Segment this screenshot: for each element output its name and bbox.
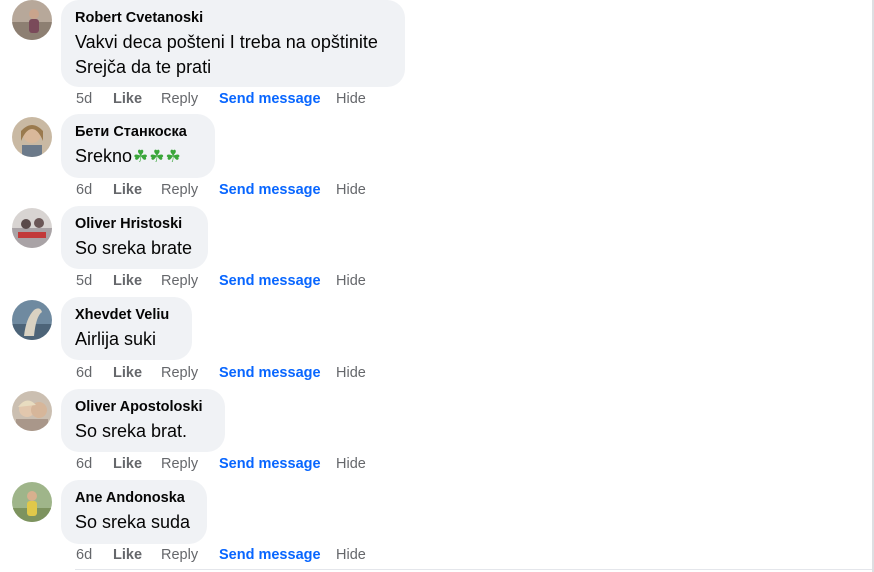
comment-author[interactable]: Robert Cvetanoski xyxy=(75,9,390,27)
send-message-button[interactable]: Send message xyxy=(219,272,321,290)
comment-author[interactable]: Oliver Apostoloski xyxy=(75,398,210,416)
comment-text-line: Vakvi deca pošteni I treba na opštinite xyxy=(75,32,378,52)
comment-author[interactable]: Xhevdet Veliu xyxy=(75,306,177,324)
comment-bubble: Robert Cvetanoski Vakvi deca pošteni I t… xyxy=(61,0,405,87)
avatar[interactable] xyxy=(12,208,52,248)
hide-button[interactable]: Hide xyxy=(336,455,366,473)
reply-button[interactable]: Reply xyxy=(161,364,198,382)
hide-button[interactable]: Hide xyxy=(336,90,366,108)
like-button[interactable]: Like xyxy=(113,272,142,290)
comment-timestamp[interactable]: 5d xyxy=(76,272,92,290)
avatar[interactable] xyxy=(12,482,52,522)
like-button[interactable]: Like xyxy=(113,90,142,108)
avatar[interactable] xyxy=(12,117,52,157)
comment-timestamp[interactable]: 6d xyxy=(76,181,92,199)
like-button[interactable]: Like xyxy=(113,546,142,564)
comment-bubble: Oliver Apostoloski So sreka brat. xyxy=(61,389,225,452)
comment-bubble: Бети Станкоска Srekno☘☘☘ xyxy=(61,114,215,178)
like-button[interactable]: Like xyxy=(113,455,142,473)
send-message-button[interactable]: Send message xyxy=(219,546,321,564)
reply-button[interactable]: Reply xyxy=(161,455,198,473)
like-button[interactable]: Like xyxy=(113,181,142,199)
comment-timestamp[interactable]: 6d xyxy=(76,546,92,564)
comment-author[interactable]: Бети Станкоска xyxy=(75,123,200,141)
comment-text-line: So sreka suda xyxy=(75,512,191,532)
reply-button[interactable]: Reply xyxy=(161,546,198,564)
comment-timestamp[interactable]: 6d xyxy=(76,364,92,382)
comments-panel: Robert Cvetanoski Vakvi deca pošteni I t… xyxy=(0,0,874,572)
reply-button[interactable]: Reply xyxy=(161,272,198,290)
comment-text-line: Srekno☘☘☘ xyxy=(75,144,200,169)
send-message-button[interactable]: Send message xyxy=(219,90,321,108)
four-leaf-clover-icon: ☘ xyxy=(165,147,181,166)
like-button[interactable]: Like xyxy=(113,364,142,382)
reply-button[interactable]: Reply xyxy=(161,181,198,199)
send-message-button[interactable]: Send message xyxy=(219,364,321,382)
comment-bubble: Oliver Hristoski So sreka brate xyxy=(61,206,208,269)
hide-button[interactable]: Hide xyxy=(336,364,366,382)
comment-bubble: Xhevdet Veliu Airlija suki xyxy=(61,297,192,360)
four-leaf-clover-icon: ☘ xyxy=(133,147,149,166)
avatar[interactable] xyxy=(12,300,52,340)
comment-timestamp[interactable]: 6d xyxy=(76,455,92,473)
comment-text-line: Srejča da te prati xyxy=(75,57,212,77)
comment-author[interactable]: Ane Andonoska xyxy=(75,489,192,507)
comment-timestamp[interactable]: 5d xyxy=(76,90,92,108)
comment-bubble: Ane Andonoska So sreka suda xyxy=(61,480,207,544)
comment-author[interactable]: Oliver Hristoski xyxy=(75,215,193,233)
send-message-button[interactable]: Send message xyxy=(219,455,321,473)
hide-button[interactable]: Hide xyxy=(336,181,366,199)
comment-text-line: Airlija suki xyxy=(75,329,157,349)
avatar[interactable] xyxy=(12,391,52,431)
comment-text: Srekno xyxy=(75,146,133,166)
comment-text-line: So sreka brat. xyxy=(75,421,188,441)
hide-button[interactable]: Hide xyxy=(336,272,366,290)
reply-button[interactable]: Reply xyxy=(161,90,198,108)
hide-button[interactable]: Hide xyxy=(336,546,366,564)
avatar[interactable] xyxy=(12,0,52,40)
comment-text-line: So sreka brate xyxy=(75,238,193,258)
send-message-button[interactable]: Send message xyxy=(219,181,321,199)
four-leaf-clover-icon: ☘ xyxy=(149,147,165,166)
divider xyxy=(75,569,874,570)
